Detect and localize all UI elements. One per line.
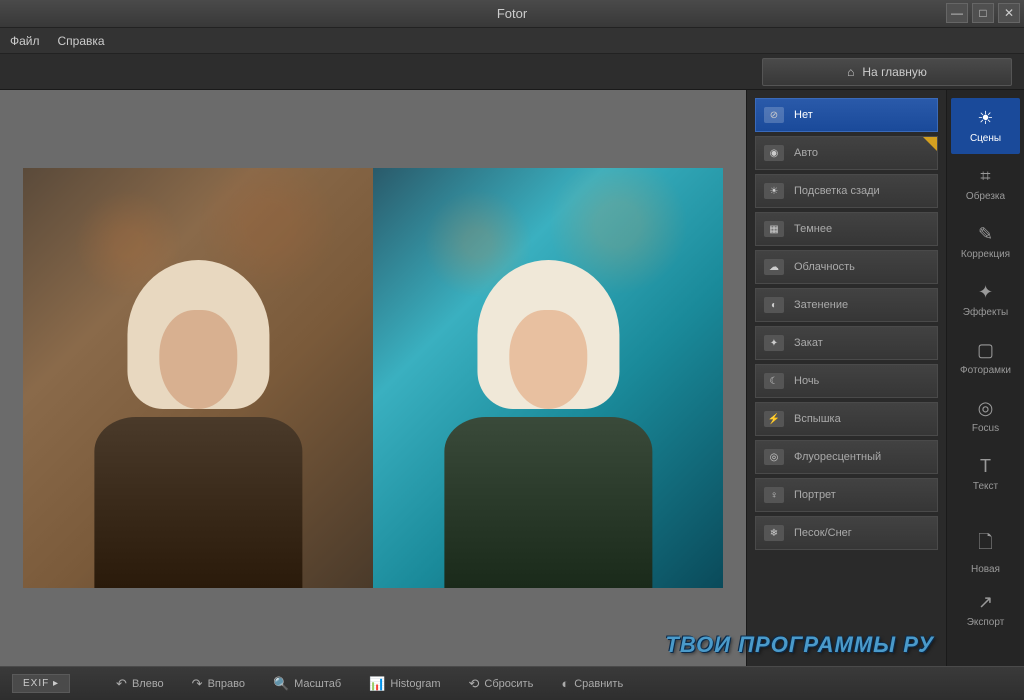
image-compare[interactable] <box>23 168 723 588</box>
scene-icon: ♀ <box>764 487 784 503</box>
tool-label: Коррекция <box>961 249 1010 260</box>
scene-icon: ❄ <box>764 525 784 541</box>
star-badge-icon <box>923 137 937 151</box>
canvas-area <box>0 90 746 666</box>
rotate-right-icon: ↷ <box>192 676 203 692</box>
tool-icon: ✎ <box>978 224 993 245</box>
compare-button[interactable]: ◐Сравнить <box>551 672 633 695</box>
scene-icon: ◐ <box>764 297 784 313</box>
scene-item[interactable]: ☁ Облачность <box>755 250 938 284</box>
window-controls: — □ ✕ <box>946 3 1020 23</box>
tool-item[interactable]: ☀ Сцены <box>951 98 1020 154</box>
scene-label: Затенение <box>794 299 848 311</box>
tool-label: Экспорт <box>967 617 1005 628</box>
menubar: Файл Справка <box>0 28 1024 54</box>
close-button[interactable]: ✕ <box>998 3 1020 23</box>
rotate-left-button[interactable]: ↶Влево <box>106 672 174 696</box>
scene-icon: ✦ <box>764 335 784 351</box>
tool-label: Новая <box>971 564 1000 575</box>
tool-item[interactable]: T Текст <box>951 446 1020 502</box>
tool-item[interactable]: ✦ Эффекты <box>951 272 1020 328</box>
tool-item[interactable]: ▢ Фоторамки <box>951 330 1020 386</box>
scene-item[interactable]: ▦ Темнее <box>755 212 938 246</box>
tool-label: Текст <box>973 481 998 492</box>
compare-icon: ◐ <box>561 676 569 691</box>
scene-item[interactable]: ✦ Закат <box>755 326 938 360</box>
scene-item[interactable]: ⚡ Вспышка <box>755 402 938 436</box>
reset-icon: ⟲ <box>469 676 480 692</box>
tool-item[interactable]: ✎ Коррекция <box>951 214 1020 270</box>
titlebar: Fotor — □ ✕ <box>0 0 1024 28</box>
scene-icon: ◎ <box>764 449 784 465</box>
maximize-button[interactable]: □ <box>972 3 994 23</box>
tool-item[interactable]: ⌗ Обрезка <box>951 156 1020 212</box>
rotate-right-button[interactable]: ↷Вправо <box>182 672 255 696</box>
tool-sidebar: ☀ Сцены ⌗ Обрезка ✎ Коррекция ✦ Эффекты ▢ Фоторам… <box>946 90 1024 666</box>
minimize-button[interactable]: — <box>946 3 968 23</box>
app-title: Fotor <box>497 6 527 21</box>
scene-item[interactable]: ◐ Затенение <box>755 288 938 322</box>
menu-file[interactable]: Файл <box>10 34 40 48</box>
tool-icon: 🗋 <box>978 530 992 560</box>
tool-icon: ▢ <box>977 340 994 361</box>
scene-item[interactable]: ⊘ Нет <box>755 98 938 132</box>
scene-label: Темнее <box>794 223 832 235</box>
tool-icon: ✦ <box>978 282 993 303</box>
exif-button[interactable]: EXIF ▸ <box>12 674 70 693</box>
scene-icon: ◉ <box>764 145 784 161</box>
scene-icon: ⚡ <box>764 411 784 427</box>
top-panel: ⌂ На главную <box>0 54 1024 90</box>
tool-icon: ◎ <box>978 398 994 419</box>
scene-label: Вспышка <box>794 413 841 425</box>
scene-label: Нет <box>794 109 813 121</box>
scene-item[interactable]: ◉ Авто <box>755 136 938 170</box>
scene-icon: ☾ <box>764 373 784 389</box>
reset-button[interactable]: ⟲Сбросить <box>459 672 544 696</box>
tool-label: Сцены <box>970 133 1001 144</box>
rotate-left-icon: ↶ <box>116 676 127 692</box>
scene-label: Песок/Снег <box>794 527 852 539</box>
tool-item[interactable]: ↗ Экспорт <box>951 582 1020 638</box>
image-after <box>373 168 723 588</box>
tool-item[interactable]: 🗋 Новая <box>951 524 1020 580</box>
scene-item[interactable]: ◎ Флуоресцентный <box>755 440 938 474</box>
scene-label: Портрет <box>794 489 836 501</box>
image-before <box>23 168 373 588</box>
home-button[interactable]: ⌂ На главную <box>762 58 1012 86</box>
home-icon: ⌂ <box>847 65 854 79</box>
tool-label: Обрезка <box>966 191 1005 202</box>
scene-item[interactable]: ♀ Портрет <box>755 478 938 512</box>
histogram-icon: 📊 <box>369 676 385 692</box>
tool-icon: T <box>980 456 991 477</box>
tool-icon: ⌗ <box>980 166 990 187</box>
scene-icon: ▦ <box>764 221 784 237</box>
tool-icon: ☀ <box>977 108 993 129</box>
tool-label: Фоторамки <box>960 365 1011 376</box>
zoom-button[interactable]: 🔍Масштаб <box>263 672 351 696</box>
scene-item[interactable]: ☾ Ночь <box>755 364 938 398</box>
zoom-icon: 🔍 <box>273 676 289 692</box>
scene-icon: ☁ <box>764 259 784 275</box>
scene-label: Ночь <box>794 375 819 387</box>
scene-label: Авто <box>794 147 818 159</box>
scene-item[interactable]: ☀ Подсветка сзади <box>755 174 938 208</box>
scene-list: ⊘ Нет ◉ Авто ☀ Подсветка сзади ▦ Темнее ☁ Облачно… <box>746 90 946 666</box>
tool-label: Эффекты <box>963 307 1008 318</box>
scene-item[interactable]: ❄ Песок/Снег <box>755 516 938 550</box>
tool-icon: ↗ <box>978 592 993 613</box>
menu-help[interactable]: Справка <box>58 34 105 48</box>
scene-label: Закат <box>794 337 823 349</box>
tool-item[interactable]: ◎ Focus <box>951 388 1020 444</box>
scene-label: Облачность <box>794 261 855 273</box>
scene-icon: ⊘ <box>764 107 784 123</box>
home-label: На главную <box>862 65 926 79</box>
histogram-button[interactable]: 📊Histogram <box>359 672 450 696</box>
scene-icon: ☀ <box>764 183 784 199</box>
bottom-bar: EXIF ▸ ↶Влево ↷Вправо 🔍Масштаб 📊Histogra… <box>0 666 1024 700</box>
scene-label: Флуоресцентный <box>794 451 881 463</box>
tool-label: Focus <box>972 423 999 434</box>
scene-label: Подсветка сзади <box>794 185 880 197</box>
